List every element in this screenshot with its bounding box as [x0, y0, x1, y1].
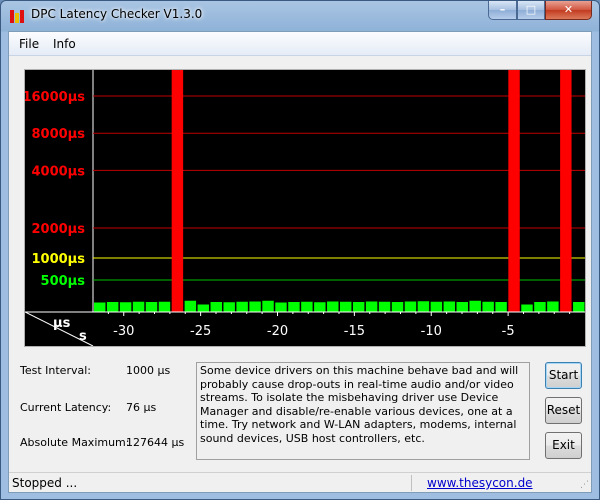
reset-button[interactable]: Reset — [545, 397, 582, 424]
y-unit-label: µs — [53, 316, 71, 331]
latency-bar — [301, 301, 313, 312]
minimize-icon: – — [499, 3, 506, 16]
latency-bar — [184, 300, 197, 312]
current-latency-value: 76 µs — [126, 401, 157, 414]
latency-bar — [365, 301, 378, 312]
latency-bar — [547, 301, 559, 312]
latency-bar — [158, 301, 171, 312]
latency-bar — [469, 300, 481, 312]
latency-bar — [430, 301, 443, 312]
y-tick-label-4: 1000µs — [32, 252, 86, 267]
app-icon — [10, 10, 24, 23]
latency-bar — [456, 302, 468, 312]
latency-bar — [521, 304, 533, 312]
latency-bar — [534, 302, 546, 312]
status-bar: Stopped ... www.thesycon.de ⋰ — [9, 472, 591, 492]
current-latency-label: Current Latency: — [20, 401, 112, 414]
status-separator — [411, 475, 412, 491]
latency-bar — [573, 302, 585, 312]
latency-bar — [508, 70, 520, 312]
y-tick-label-1: 8000µs — [32, 127, 86, 142]
close-icon: ✕ — [563, 3, 574, 16]
absolute-maximum-label: Absolute Maximum: — [20, 436, 130, 449]
window-title: DPC Latency Checker V1.3.0 — [31, 7, 203, 21]
latency-bar — [327, 301, 339, 312]
website-link[interactable]: www.thesycon.de — [427, 476, 533, 490]
maximize-button[interactable]: □ — [517, 1, 545, 20]
close-button[interactable]: ✕ — [545, 1, 592, 20]
start-button[interactable]: Start — [545, 362, 582, 389]
latency-bar — [275, 302, 287, 312]
latency-bar — [391, 302, 404, 312]
y-tick-label-2: 4000µs — [32, 164, 86, 179]
y-tick-label-5: 500µs — [41, 274, 86, 289]
x-tick-label-1: -25 — [190, 324, 211, 339]
latency-bar — [106, 302, 119, 312]
exit-button[interactable]: Exit — [545, 432, 582, 459]
latency-bar — [314, 302, 326, 312]
latency-bar — [443, 301, 456, 312]
client-area: File Info 16000µs 8000µs 4000µs 2000µs 1000µ… — [8, 31, 592, 493]
latency-bar — [119, 302, 132, 312]
x-tick-label-3: -15 — [344, 324, 365, 339]
y-tick-label-3: 2000µs — [32, 222, 86, 237]
description-text: Some device drivers on this machine beha… — [196, 362, 530, 460]
latency-bar — [495, 302, 507, 312]
x-tick-label-5: -5 — [502, 324, 515, 339]
status-text: Stopped ... — [12, 476, 78, 490]
latency-bar — [171, 70, 184, 312]
latency-bar — [560, 70, 572, 312]
app-window: DPC Latency Checker V1.3.0 – □ ✕ File In… — [0, 0, 600, 500]
maximize-icon: □ — [525, 3, 537, 16]
latency-bar — [132, 301, 145, 312]
latency-bar — [145, 302, 158, 312]
title-bar[interactable]: DPC Latency Checker V1.3.0 – □ ✕ — [1, 1, 599, 31]
menu-info[interactable]: Info — [53, 37, 76, 51]
x-tick-label-2: -20 — [267, 324, 288, 339]
latency-bar — [94, 302, 106, 312]
latency-bar — [223, 302, 235, 312]
menu-bar: File Info — [9, 32, 591, 56]
test-interval-label: Test Interval: — [20, 364, 91, 377]
latency-bar — [288, 302, 300, 312]
latency-bar — [482, 301, 494, 312]
absolute-maximum-value: 127644 µs — [126, 436, 185, 449]
x-unit-label: s — [79, 329, 87, 344]
minimize-button[interactable]: – — [488, 1, 517, 20]
test-interval-value: 1000 µs — [126, 364, 171, 377]
x-tick-label-0: -30 — [113, 324, 134, 339]
latency-bar — [340, 301, 352, 312]
x-tick-label-4: -10 — [421, 324, 442, 339]
latency-chart: 16000µs 8000µs 4000µs 2000µs 1000µs 500µs µs s -… — [24, 69, 586, 347]
latency-bar — [378, 301, 391, 312]
latency-bar — [352, 302, 365, 312]
menu-file[interactable]: File — [19, 37, 39, 51]
latency-bar — [262, 300, 274, 312]
latency-bar — [249, 301, 261, 312]
latency-bar — [236, 301, 248, 312]
resize-grip-icon[interactable]: ⋰ — [580, 480, 589, 490]
latency-chart-svg: 16000µs 8000µs 4000µs 2000µs 1000µs 500µs µss -… — [25, 70, 585, 346]
latency-bar — [404, 301, 417, 312]
latency-bar — [210, 302, 222, 312]
y-tick-label-0: 16000µs — [25, 90, 85, 105]
latency-bar — [417, 301, 430, 312]
latency-bar — [197, 304, 210, 312]
